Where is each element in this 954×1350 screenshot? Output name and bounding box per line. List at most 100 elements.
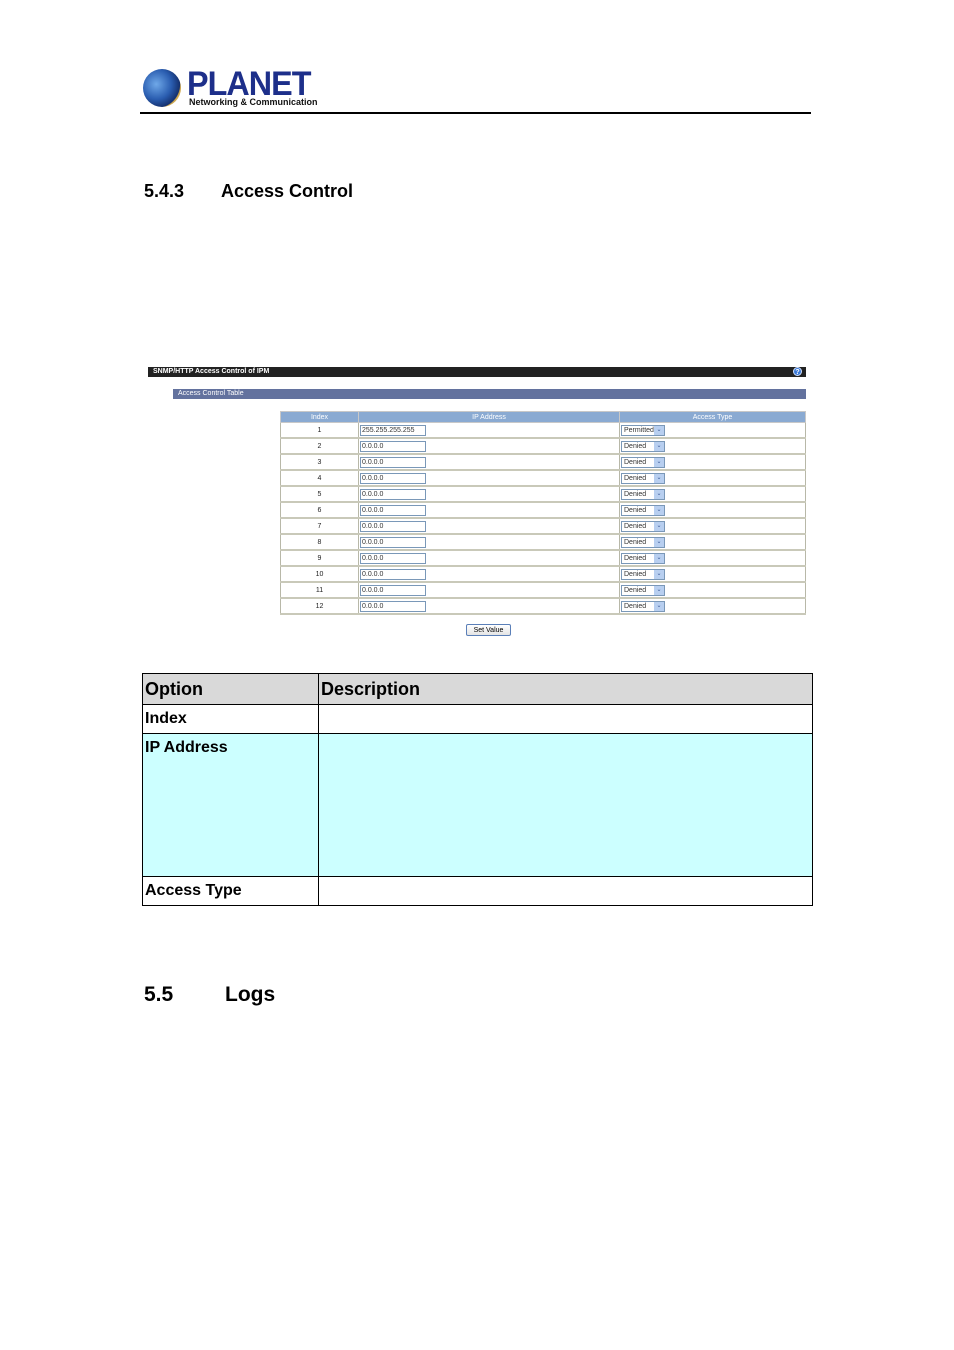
section-heading-logs: 5.5 Logs — [144, 983, 275, 1007]
window-title-bar: SNMP/HTTP Access Control of IPM ? — [148, 367, 806, 377]
chevron-down-icon[interactable]: ⌄ — [654, 521, 664, 531]
chevron-down-icon[interactable]: ⌄ — [654, 585, 664, 595]
table-row: 3 0.0.0.0 Denied ⌄ — [280, 453, 806, 471]
ip-address-input[interactable]: 0.0.0.0 — [360, 584, 426, 596]
table-row: IP Address — [142, 733, 813, 877]
option-name: IP Address — [142, 733, 319, 877]
chevron-down-icon[interactable]: ⌄ — [654, 441, 664, 451]
table-row: 2 0.0.0.0 Denied ⌄ — [280, 437, 806, 455]
logo-tagline: Networking & Communication — [189, 97, 318, 107]
ip-address-input[interactable]: 0.0.0.0 — [360, 488, 426, 500]
planet-logo: PLANET Networking & Communication — [143, 65, 318, 109]
table-row: 7 0.0.0.0 Denied ⌄ — [280, 517, 806, 535]
access-type-select[interactable]: Denied ⌄ — [621, 456, 665, 468]
chevron-down-icon[interactable]: ⌄ — [654, 569, 664, 579]
access-type-select[interactable]: Denied ⌄ — [621, 520, 665, 532]
ip-address-input[interactable]: 0.0.0.0 — [360, 472, 426, 484]
option-name: Access Type — [142, 876, 319, 906]
access-type-value: Denied — [624, 506, 647, 514]
header-divider — [140, 112, 811, 114]
table-section-bar: Access Control Table — [173, 389, 806, 399]
table-row: 11 0.0.0.0 Denied ⌄ — [280, 581, 806, 599]
option-name: Index — [142, 704, 319, 734]
section-heading-access-control: 5.4.3 Access Control — [144, 181, 353, 202]
row-index: 12 — [280, 597, 359, 615]
window-title: SNMP/HTTP Access Control of IPM — [153, 368, 270, 375]
row-index: 10 — [280, 565, 359, 583]
row-index: 9 — [280, 549, 359, 567]
access-type-select[interactable]: Denied ⌄ — [621, 504, 665, 516]
access-type-select[interactable]: Denied ⌄ — [621, 568, 665, 580]
table-row: 10 0.0.0.0 Denied ⌄ — [280, 565, 806, 583]
access-type-value: Denied — [624, 474, 647, 482]
chevron-down-icon[interactable]: ⌄ — [654, 457, 664, 467]
column-header-index: Index — [280, 411, 359, 423]
chevron-down-icon[interactable]: ⌄ — [654, 553, 664, 563]
row-index: 2 — [280, 437, 359, 455]
table-row: 1 255.255.255.255 Permitted ⌄ — [280, 422, 806, 439]
help-icon[interactable]: ? — [793, 367, 802, 376]
chevron-down-icon[interactable]: ⌄ — [654, 601, 664, 611]
table-row: 9 0.0.0.0 Denied ⌄ — [280, 549, 806, 567]
access-type-select[interactable]: Denied ⌄ — [621, 488, 665, 500]
chevron-down-icon[interactable]: ⌄ — [654, 489, 664, 499]
table-row: 12 0.0.0.0 Denied ⌄ — [280, 597, 806, 615]
access-type-value: Denied — [624, 586, 647, 594]
row-index: 6 — [280, 501, 359, 519]
ip-address-input[interactable]: 255.255.255.255 — [360, 424, 426, 436]
option-description — [318, 733, 813, 877]
access-type-value: Denied — [624, 458, 647, 466]
chevron-down-icon[interactable]: ⌄ — [654, 473, 664, 483]
set-value-button[interactable]: Set Value — [466, 624, 511, 636]
globe-icon — [143, 69, 181, 107]
access-type-value: Denied — [624, 522, 647, 530]
section-title: Access Control — [221, 181, 354, 201]
chevron-down-icon[interactable]: ⌄ — [654, 425, 664, 435]
section-title: Logs — [225, 983, 276, 1006]
row-index: 1 — [280, 422, 359, 439]
row-index: 11 — [280, 581, 359, 599]
ip-address-input[interactable]: 0.0.0.0 — [360, 520, 426, 532]
ip-address-input[interactable]: 0.0.0.0 — [360, 456, 426, 468]
table-row: Index — [142, 704, 813, 734]
header-option: Option — [142, 673, 319, 705]
row-index: 3 — [280, 453, 359, 471]
table-row: 4 0.0.0.0 Denied ⌄ — [280, 469, 806, 487]
ip-address-input[interactable]: 0.0.0.0 — [360, 568, 426, 580]
column-header-ip-address: IP Address — [358, 411, 620, 423]
row-index: 8 — [280, 533, 359, 551]
access-type-select[interactable]: Permitted ⌄ — [621, 424, 665, 436]
row-index: 7 — [280, 517, 359, 535]
ip-address-input[interactable]: 0.0.0.0 — [360, 536, 426, 548]
ip-address-input[interactable]: 0.0.0.0 — [360, 600, 426, 612]
table-row: 5 0.0.0.0 Denied ⌄ — [280, 485, 806, 503]
ip-address-input[interactable]: 0.0.0.0 — [360, 440, 426, 452]
header-description: Description — [318, 673, 813, 705]
option-description — [318, 876, 813, 906]
access-type-value: Denied — [624, 570, 647, 578]
access-type-select[interactable]: Denied ⌄ — [621, 440, 665, 452]
table-section-title: Access Control Table — [178, 390, 244, 397]
access-type-value: Denied — [624, 538, 647, 546]
ip-address-input[interactable]: 0.0.0.0 — [360, 504, 426, 516]
chevron-down-icon[interactable]: ⌄ — [654, 505, 664, 515]
chevron-down-icon[interactable]: ⌄ — [654, 537, 664, 547]
section-number: 5.5 — [144, 983, 174, 1006]
access-type-value: Denied — [624, 490, 647, 498]
access-type-select[interactable]: Denied ⌄ — [621, 600, 665, 612]
access-type-select[interactable]: Denied ⌄ — [621, 552, 665, 564]
access-type-value: Denied — [624, 554, 647, 562]
access-type-select[interactable]: Denied ⌄ — [621, 536, 665, 548]
section-number: 5.4.3 — [144, 181, 185, 201]
ip-address-input[interactable]: 0.0.0.0 — [360, 552, 426, 564]
column-header-access-type: Access Type — [619, 411, 806, 423]
option-description — [318, 704, 813, 734]
access-type-select[interactable]: Denied ⌄ — [621, 472, 665, 484]
row-index: 5 — [280, 485, 359, 503]
access-type-value: Denied — [624, 602, 647, 610]
access-type-select[interactable]: Denied ⌄ — [621, 584, 665, 596]
table-row: 8 0.0.0.0 Denied ⌄ — [280, 533, 806, 551]
access-type-value: Permitted — [624, 426, 654, 434]
table-row: 6 0.0.0.0 Denied ⌄ — [280, 501, 806, 519]
table-row: Access Type — [142, 876, 813, 906]
